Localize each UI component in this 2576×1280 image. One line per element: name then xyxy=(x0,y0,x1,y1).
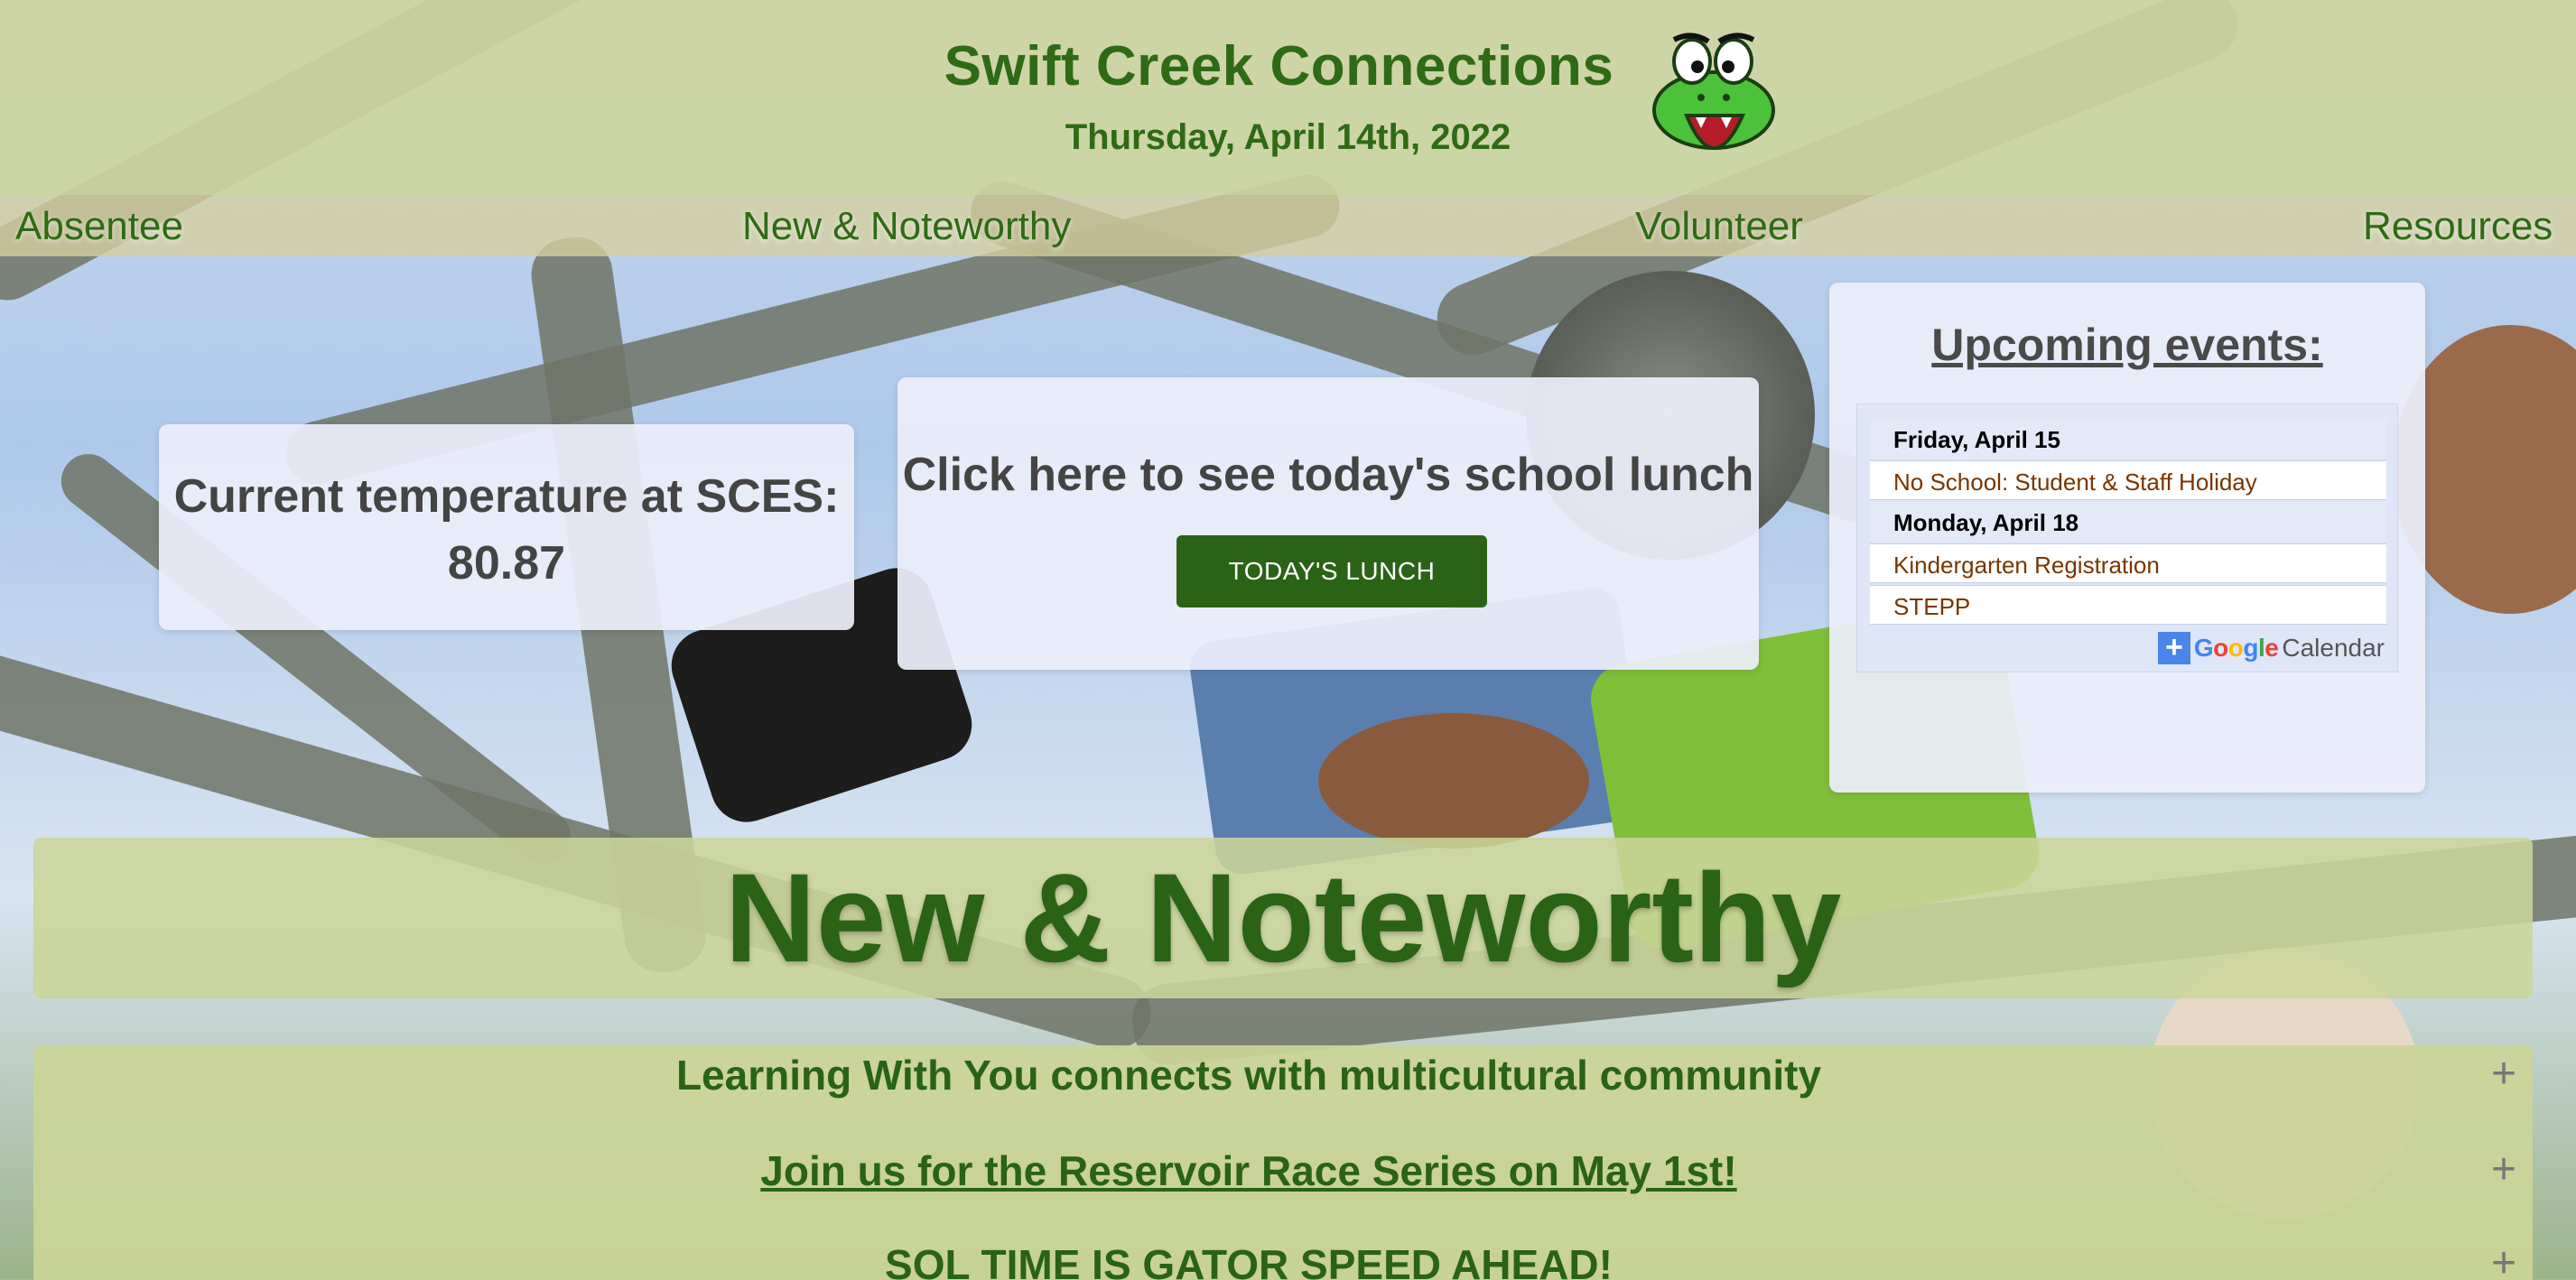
nav-resources[interactable]: Resources xyxy=(2363,204,2553,249)
accordion-item[interactable]: SOL TIME IS GATOR SPEED AHEAD! + xyxy=(33,1235,2533,1280)
noteworthy-accordion: Learning With You connects with multicul… xyxy=(33,1045,2533,1280)
calendar-event-row[interactable]: STEPP xyxy=(1870,585,2386,625)
google-calendar-badge[interactable]: + Google Calendar xyxy=(2157,632,2385,664)
site-date: Thursday, April 14th, 2022 xyxy=(1065,117,1511,157)
plus-icon[interactable]: + xyxy=(2486,1145,2522,1194)
calendar-event-row[interactable]: Kindergarten Registration xyxy=(1870,543,2386,583)
noteworthy-banner: New & Noteworthy xyxy=(33,838,2533,998)
accordion-item[interactable]: Learning With You connects with multicul… xyxy=(33,1045,2533,1127)
noteworthy-title: New & Noteworthy xyxy=(724,847,1842,988)
lunch-prompt: Click here to see today's school lunch xyxy=(902,449,1754,501)
plus-icon[interactable]: + xyxy=(2486,1049,2522,1099)
accordion-item-label[interactable]: SOL TIME IS GATOR SPEED AHEAD! xyxy=(33,1240,2464,1280)
calendar-date-row: Monday, April 18 xyxy=(1870,502,2386,542)
nav-absentee[interactable]: Absentee xyxy=(15,204,183,249)
calendar-event-row[interactable]: No School: Student & Staff Holiday xyxy=(1870,460,2386,500)
nav-volunteer[interactable]: Volunteer xyxy=(1635,204,1803,249)
upcoming-events-title: Upcoming events: xyxy=(1931,320,2323,370)
accordion-item-label[interactable]: Learning With You connects with multicul… xyxy=(33,1051,2464,1099)
calendar-date-row: Friday, April 15 xyxy=(1870,419,2386,459)
todays-lunch-button[interactable]: TODAY'S LUNCH xyxy=(1176,535,1487,608)
google-wordmark: Google xyxy=(2193,634,2279,662)
gator-mascot-icon xyxy=(1652,32,1775,150)
google-calendar-widget: Friday, April 15 No School: Student & St… xyxy=(1856,403,2398,672)
plus-icon: + xyxy=(2157,632,2190,664)
accordion-item-label[interactable]: Join us for the Reservoir Race Series on… xyxy=(33,1146,2464,1195)
temperature-value: 80.87 xyxy=(447,537,566,589)
main-nav: Absentee New & Noteworthy Volunteer Reso… xyxy=(0,195,2576,256)
lunch-card: Click here to see today's school lunch T… xyxy=(897,377,1759,670)
calendar-wordmark: Calendar xyxy=(2282,634,2385,662)
plus-icon[interactable]: + xyxy=(2486,1238,2522,1280)
site-title-text: Swift Creek Connections xyxy=(944,35,1614,97)
accordion-item[interactable]: Join us for the Reservoir Race Series on… xyxy=(33,1141,2533,1222)
nav-new-noteworthy[interactable]: New & Noteworthy xyxy=(742,204,1071,249)
site-header: Swift Creek Connections Thursday, April … xyxy=(0,0,2576,195)
site-title: Swift Creek Connections xyxy=(0,34,2576,98)
temperature-card: Current temperature at SCES: 80.87 xyxy=(159,424,854,630)
upcoming-events-card: Upcoming events: Friday, April 15 No Sch… xyxy=(1829,283,2425,793)
temperature-label: Current temperature at SCES: xyxy=(173,470,840,523)
